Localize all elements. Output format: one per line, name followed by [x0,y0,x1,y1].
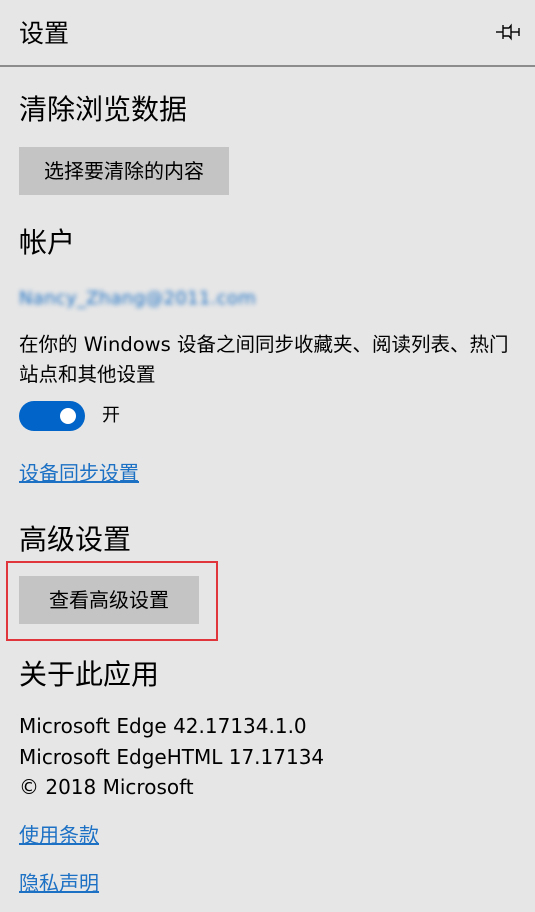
clear-data-heading: 清除浏览数据 [19,93,188,126]
toggle-knob [60,408,76,424]
privacy-statement-link[interactable]: 隐私声明 [19,868,99,898]
settings-panel: 设置 清除浏览数据 选择要清除的内容 帐户 Nancy_Zhang@2011.c… [0,0,535,912]
advanced-settings-heading: 高级设置 [19,523,132,556]
page-title: 设置 [19,19,70,48]
about-heading: 关于此应用 [19,658,160,691]
highlight-box [6,561,218,641]
terms-of-use-link[interactable]: 使用条款 [19,820,99,850]
sync-description: 在你的 Windows 设备之间同步收藏夹、阅读列表、热门站点和其他设置 [19,333,509,386]
device-sync-settings-link[interactable]: 设备同步设置 [19,458,139,488]
sync-toggle-label: 开 [102,405,120,426]
edge-version: Microsoft Edge 42.17134.1.0 [19,714,307,738]
pin-icon[interactable] [495,22,521,42]
account-email: Nancy_Zhang@2011.com [19,288,257,309]
choose-what-to-clear-button[interactable]: 选择要清除的内容 [19,147,229,195]
sync-toggle[interactable] [19,401,85,431]
header-divider [0,65,535,67]
copyright: © 2018 Microsoft [19,775,194,799]
settings-header: 设置 [0,0,535,66]
edgehtml-version: Microsoft EdgeHTML 17.17134 [19,745,325,769]
account-heading: 帐户 [19,226,76,259]
